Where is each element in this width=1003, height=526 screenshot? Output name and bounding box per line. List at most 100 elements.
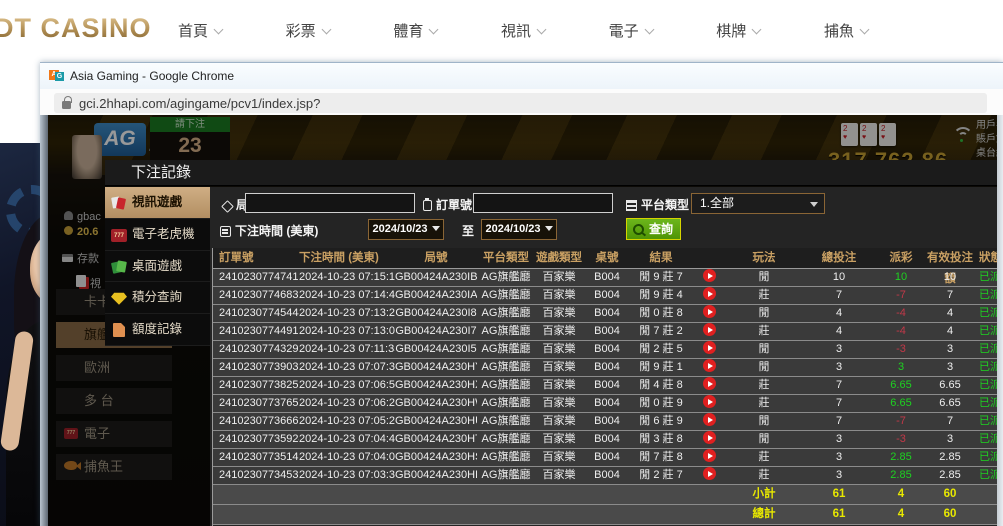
cell-play: 莊 xyxy=(727,323,801,340)
cell-order: 241023077345356 xyxy=(213,467,299,484)
sidebar-item-視訊遊戲[interactable]: 視訊遊戲 xyxy=(105,187,210,219)
cell-time: 2024-10-23 07:15:13 xyxy=(299,269,395,286)
play-video-icon[interactable] xyxy=(703,305,716,318)
table-total-row: 總計61460 xyxy=(213,505,997,525)
cell-bet: 7 xyxy=(801,395,877,412)
play-video-icon[interactable] xyxy=(703,431,716,444)
cell-time: 2024-10-23 07:06:21 xyxy=(299,395,395,412)
chrome-right-frame xyxy=(997,115,1003,526)
play-video-icon[interactable] xyxy=(703,341,716,354)
sum-cell xyxy=(477,505,535,524)
sidebar-item-桌面遊戲[interactable]: 桌面遊戲 xyxy=(105,251,210,283)
sidebar-item-積分查詢[interactable]: 積分查詢 xyxy=(105,282,210,314)
to-label: 至 xyxy=(462,222,474,239)
sum-cell xyxy=(691,485,727,504)
slot-icon: 777 xyxy=(111,229,127,242)
cell-round: GB00424A230HY xyxy=(395,359,477,376)
col-header: 玩法 xyxy=(727,248,801,268)
nav-item-體育[interactable]: 體育 xyxy=(393,20,437,41)
sum-cell: 60 xyxy=(925,505,975,524)
cell-bet: 4 xyxy=(801,305,877,322)
play-video-icon[interactable] xyxy=(703,467,716,480)
table-row: 2410230773903182024-10-23 07:07:36GB0042… xyxy=(213,359,997,377)
col-header: 結果 xyxy=(631,248,691,268)
cell-bet: 3 xyxy=(801,431,877,448)
cell-play_icon xyxy=(691,449,727,466)
chrome-titlebar[interactable]: A G Asia Gaming - Google Chrome xyxy=(40,63,1003,89)
bet-records-modal: 下注記錄 視訊遊戲777電子老虎機桌面遊戲積分查詢額度記錄 局號 訂單號 平台類… xyxy=(105,160,997,526)
cell-valid: 2.85 xyxy=(925,449,975,466)
nav-item-棋牌[interactable]: 棋牌 xyxy=(716,20,760,41)
cell-game: 百家樂 xyxy=(535,341,583,358)
cell-platform: AG旗艦廳 xyxy=(477,377,535,394)
sum-cell xyxy=(631,505,691,524)
order-filter-label: 訂單號 xyxy=(423,196,472,213)
play-video-icon[interactable] xyxy=(703,323,716,336)
nav-item-彩票[interactable]: 彩票 xyxy=(286,20,330,41)
play-video-icon[interactable] xyxy=(703,359,716,372)
cell-table: B004 xyxy=(583,359,631,376)
cell-round: GB00424A230IA xyxy=(395,287,477,304)
cell-play_icon xyxy=(691,287,727,304)
url-text: gci.2hhapi.com/agingame/pcv1/index.jsp? xyxy=(79,96,320,111)
chevron-down-icon xyxy=(432,226,440,231)
modal-content: 局號 訂單號 平台類型 1.全部 下注時間 (美東) 2024/10/23 至 … xyxy=(210,187,997,526)
col-header xyxy=(691,248,727,268)
sum-cell: 4 xyxy=(877,485,925,504)
nav-item-電子[interactable]: 電子 xyxy=(609,20,653,41)
sum-cell xyxy=(583,505,631,524)
date-to-picker[interactable]: 2024/10/23 xyxy=(481,219,557,240)
play-video-icon[interactable] xyxy=(703,287,716,300)
cell-bet: 3 xyxy=(801,359,877,376)
calendar-icon xyxy=(220,226,231,237)
cell-platform: AG旗艦廳 xyxy=(477,323,535,340)
cell-time: 2024-10-23 07:11:35 xyxy=(299,341,395,358)
clipboard-icon xyxy=(423,200,432,211)
cell-play_icon xyxy=(691,341,727,358)
play-video-icon[interactable] xyxy=(703,377,716,390)
cell-payout: -3 xyxy=(877,341,925,358)
cell-result: 閒 0 莊 8 xyxy=(631,305,691,322)
cell-payout: -7 xyxy=(877,413,925,430)
dt-casino-logo: DT CASINO xyxy=(0,13,152,44)
order-input[interactable] xyxy=(473,193,613,213)
cell-valid: 4 xyxy=(925,323,975,340)
cell-status: 已派彩 xyxy=(975,359,997,376)
sidebar-item-電子老虎機[interactable]: 777電子老虎機 xyxy=(105,219,210,251)
nav-item-視訊[interactable]: 視訊 xyxy=(501,20,545,41)
chrome-url-row: gci.2hhapi.com/agingame/pcv1/index.jsp? xyxy=(40,89,1003,116)
platform-select[interactable]: 1.全部 xyxy=(691,193,825,214)
cell-platform: AG旗艦廳 xyxy=(477,413,535,430)
cell-result: 閒 4 莊 8 xyxy=(631,377,691,394)
play-video-icon[interactable] xyxy=(703,413,716,426)
play-video-icon[interactable] xyxy=(703,269,716,282)
cell-play: 莊 xyxy=(727,467,801,484)
cell-order: 241023077366607 xyxy=(213,413,299,430)
cell-order: 241023077454448 xyxy=(213,305,299,322)
cell-bet: 7 xyxy=(801,287,877,304)
cell-status: 已派彩 xyxy=(975,269,997,286)
cell-game: 百家樂 xyxy=(535,413,583,430)
url-bar[interactable]: gci.2hhapi.com/agingame/pcv1/index.jsp? xyxy=(54,93,987,113)
modal-sidebar: 視訊遊戲777電子老虎機桌面遊戲積分查詢額度記錄 xyxy=(105,187,210,346)
platform-filter-label: 平台類型 xyxy=(626,196,689,213)
table-row: 2410230773765982024-10-23 07:06:21GB0042… xyxy=(213,395,997,413)
table-header-row: 訂單號下注時間 (美東)局號平台類型遊戲類型桌號結果玩法總投注派彩有效投注額狀態 xyxy=(213,248,997,269)
search-button[interactable]: 查詢 xyxy=(626,218,681,240)
cell-play_icon xyxy=(691,413,727,430)
play-video-icon[interactable] xyxy=(703,395,716,408)
round-input[interactable] xyxy=(245,193,415,213)
date-from-picker[interactable]: 2024/10/23 xyxy=(368,219,444,240)
cell-round: GB00424A230IB xyxy=(395,269,477,286)
cell-result: 閒 6 莊 9 xyxy=(631,413,691,430)
cell-order: 241023077351451 xyxy=(213,449,299,466)
cell-status: 已派彩 xyxy=(975,449,997,466)
nav-item-捕魚[interactable]: 捕魚 xyxy=(824,20,868,41)
nav-item-首頁[interactable]: 首頁 xyxy=(178,20,222,41)
cell-time: 2024-10-23 07:05:27 xyxy=(299,413,395,430)
cell-round: GB00424A230HU xyxy=(395,413,477,430)
sidebar-item-額度記錄[interactable]: 額度記錄 xyxy=(105,314,210,346)
cell-time: 2024-10-23 07:13:02 xyxy=(299,323,395,340)
cell-table: B004 xyxy=(583,287,631,304)
play-video-icon[interactable] xyxy=(703,449,716,462)
